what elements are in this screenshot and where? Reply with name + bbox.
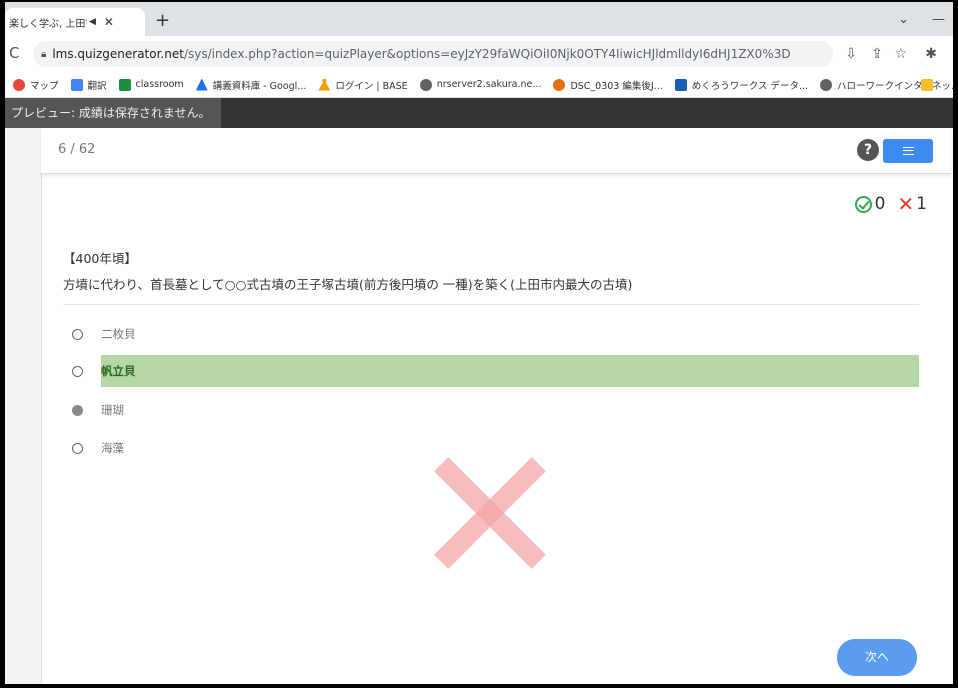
new-tab-button[interactable]: + xyxy=(155,12,170,30)
bookmarks-bar: マップ 翻訳 classroom 講義資料庫 - Googl... ログイン |… xyxy=(5,72,953,98)
option-label: 珊瑚 xyxy=(101,403,124,417)
quiz-header: 6 / 62 ? xyxy=(41,128,951,174)
option-label: 二枚貝 xyxy=(101,327,136,341)
close-tab-icon[interactable]: ✕ xyxy=(104,15,114,29)
quiz-page: 6 / 62 ? 0 ✕ 1 【400年頃】 方墳に代わり、首長墓として○○式古… xyxy=(5,128,953,684)
bookmark-item[interactable]: classroom xyxy=(118,78,184,91)
bookmark-label: ハローワークインターネッ... xyxy=(837,80,953,92)
incorrect-x-icon xyxy=(434,457,546,569)
share-icon[interactable]: ⇪ xyxy=(871,46,883,62)
tab-search-icon[interactable]: ⌄ xyxy=(898,12,909,27)
flask-icon xyxy=(318,78,331,91)
globe-icon xyxy=(419,78,432,91)
next-button[interactable]: 次へ xyxy=(837,639,917,676)
bookmark-item[interactable]: 翻訳 xyxy=(70,78,107,92)
lock-icon: 🔒︎ xyxy=(41,48,47,60)
answer-option-correct[interactable]: 帆立貝 xyxy=(63,355,919,387)
photo-icon xyxy=(553,78,566,91)
divider xyxy=(63,304,919,305)
bookmark-item[interactable]: 講義資料庫 - Googl... xyxy=(195,78,307,92)
radio-button[interactable] xyxy=(72,328,83,340)
preview-notice: プレビュー: 成績は保存されません。 xyxy=(5,98,221,128)
translate-icon xyxy=(70,78,83,91)
correct-count: 0 xyxy=(874,194,886,214)
answer-option[interactable]: 二枚貝 xyxy=(63,318,919,350)
wrong-x-icon: ✕ xyxy=(897,192,915,216)
bookmark-label: マップ xyxy=(30,80,59,92)
bookmark-item[interactable]: めくろうワークス データ... xyxy=(674,78,809,92)
bookmark-label: classroom xyxy=(135,79,184,90)
score-display: 0 ✕ 1 xyxy=(854,192,927,216)
reload-icon[interactable]: C xyxy=(9,44,19,62)
question-label: 【400年頃】 xyxy=(63,251,137,266)
option-label: 海藻 xyxy=(101,441,124,455)
correct-highlight xyxy=(101,355,919,387)
folder-icon[interactable] xyxy=(921,79,933,91)
tab-title: 楽しく学ぶ, 上田市歴史 xyxy=(9,18,87,30)
extensions-icon[interactable]: ✱ xyxy=(925,46,937,62)
radio-button[interactable] xyxy=(72,442,83,454)
bookmark-item[interactable]: ハローワークインターネッ... xyxy=(820,78,953,92)
radio-button-selected[interactable] xyxy=(72,404,83,416)
drive-icon xyxy=(195,78,208,91)
url-path: /sys/index.php?action=quizPlayer&options… xyxy=(183,47,791,61)
bookmark-label: DSC_0303 編集後J... xyxy=(570,80,663,92)
option-label: 帆立貝 xyxy=(101,364,136,378)
bookmark-item[interactable]: ログイン | BASE xyxy=(318,78,408,92)
bookmark-label: 翻訳 xyxy=(87,80,107,92)
correct-check-icon xyxy=(854,195,872,213)
question-text: 方墳に代わり、首長墓として○○式古墳の王子塚古墳(前方後円墳の 一種)を築く(上… xyxy=(63,277,633,292)
bookmark-item[interactable]: マップ xyxy=(13,78,59,92)
bird-icon xyxy=(674,78,687,91)
preview-banner: プレビュー: 成績は保存されません。 xyxy=(5,98,953,128)
map-pin-icon xyxy=(13,78,25,91)
hamburger-icon xyxy=(903,147,914,155)
address-bar[interactable]: 🔒︎ lms.quizgenerator.net/sys/index.php?a… xyxy=(33,41,833,67)
answer-option-selected[interactable]: 珊瑚 xyxy=(63,394,919,426)
browser-toolbar: C 🔒︎ lms.quizgenerator.net/sys/index.php… xyxy=(5,36,953,72)
globe-icon xyxy=(820,78,833,91)
bookmark-item[interactable]: DSC_0303 編集後J... xyxy=(553,78,663,92)
bookmark-label: めくろうワークス データ... xyxy=(691,80,809,92)
speaker-icon[interactable]: ◀ xyxy=(89,17,96,27)
bookmark-label: 講義資料庫 - Googl... xyxy=(212,80,307,92)
browser-tab[interactable]: 楽しく学ぶ, 上田市歴史 ◀ ✕ xyxy=(5,8,145,36)
bookmark-star-icon[interactable]: ☆ xyxy=(894,46,907,62)
question-progress: 6 / 62 xyxy=(58,142,96,157)
menu-button[interactable] xyxy=(883,139,933,163)
bookmark-label: nrserver2.sakura.ne... xyxy=(436,79,542,90)
wrong-count: 1 xyxy=(916,194,927,214)
bookmark-item[interactable]: nrserver2.sakura.ne... xyxy=(419,78,542,91)
install-app-icon[interactable]: ⇩ xyxy=(845,46,857,62)
help-button[interactable]: ? xyxy=(857,139,879,161)
bookmark-label: ログイン | BASE xyxy=(335,80,408,92)
radio-button[interactable] xyxy=(72,365,83,377)
browser-window: 楽しく学ぶ, 上田市歴史 ◀ ✕ + ⌄ — C 🔒︎ lms.quizgene… xyxy=(0,0,958,688)
url-host: lms.quizgenerator.net xyxy=(52,47,184,61)
tab-strip: 楽しく学ぶ, 上田市歴史 ◀ ✕ + ⌄ — xyxy=(5,2,953,36)
minimize-icon[interactable]: — xyxy=(932,12,945,27)
classroom-icon xyxy=(118,78,131,91)
